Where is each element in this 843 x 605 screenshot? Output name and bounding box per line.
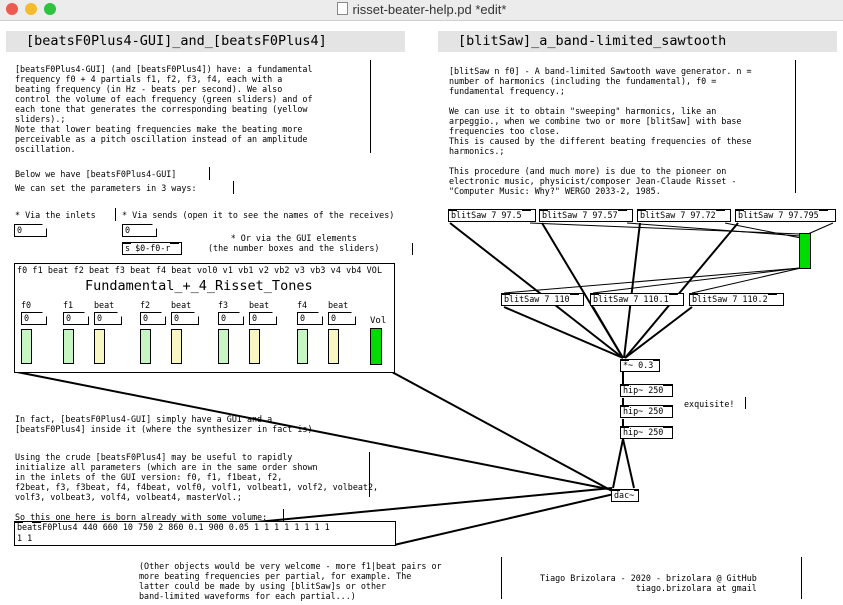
params-comment: We can set the parameters in 3 ways:	[15, 183, 197, 193]
below-comment: Below we have [beatsF0Plus4-GUI]	[15, 169, 177, 179]
comment-width-handle[interactable]	[283, 509, 284, 521]
comment-width-handle[interactable]	[209, 167, 210, 180]
frequency-number-box[interactable]: 0	[140, 312, 166, 325]
control-label: beat	[328, 300, 349, 310]
via-sends-comment: * Via sends (open it to see the names of…	[122, 210, 395, 220]
in-fact-comment: In fact, [beatsF0Plus4-GUI] simply have …	[15, 414, 318, 434]
comment-width-handle[interactable]	[115, 208, 116, 221]
frequency-volume-slider[interactable]	[21, 329, 32, 364]
gui-inlets-bar	[14, 262, 395, 264]
left-section-header: [beatsF0Plus4-GUI]_and_[beatsF0Plus4]	[6, 31, 405, 52]
inlet-number-box[interactable]: 0	[14, 224, 47, 237]
comment-width-handle[interactable]	[370, 60, 371, 153]
vol-label: Vol	[370, 316, 387, 326]
gui-inlet-labels: f0 f1 beat f2 beat f3 beat f4 beat vol0 …	[17, 265, 383, 275]
control-label: beat	[94, 300, 115, 310]
beat-volume-slider[interactable]	[94, 329, 105, 364]
hip-object-1[interactable]: hip~ 250	[620, 384, 673, 397]
control-label: f1	[63, 300, 74, 310]
exquisite-comment: exquisite!	[684, 399, 735, 409]
crude-comment: Using the crude [beatsF0Plus4] may be us…	[15, 452, 379, 502]
hip-object-3[interactable]: hip~ 250	[620, 426, 673, 439]
frequency-number-box[interactable]: 0	[21, 312, 47, 325]
blitsaw-object-110-1[interactable]: blitSaw 7 110.1	[590, 293, 684, 306]
beat-volume-slider[interactable]	[249, 329, 260, 364]
beat-volume-slider[interactable]	[328, 329, 339, 364]
blitsaw-object-110[interactable]: blitSaw 7 110	[501, 293, 584, 306]
control-label: beat	[171, 300, 192, 310]
frequency-volume-slider[interactable]	[140, 329, 151, 364]
blitsaw-object-97-72[interactable]: blitSaw 7 97.72	[637, 209, 731, 222]
beat-number-box[interactable]: 0	[249, 312, 277, 325]
send-object[interactable]: s $0-f0-r	[122, 242, 182, 255]
dac-object[interactable]: dac~	[611, 489, 639, 502]
blitsaw-object-110-2[interactable]: blitSaw 7 110.2	[689, 293, 784, 306]
control-label: f3	[218, 300, 229, 310]
beat-number-box[interactable]: 0	[328, 312, 356, 325]
right-section-header: [blitSaw]_a_band-limited_sawtooth	[438, 31, 837, 52]
master-volume-slider[interactable]	[370, 328, 382, 365]
credit-comment: Tiago Brizolara - 2020 - brizolara @ Git…	[540, 573, 757, 593]
frequency-number-box[interactable]: 0	[297, 312, 323, 325]
blitsaw-object-97-5[interactable]: blitSaw 7 97.5	[448, 209, 536, 222]
control-label: f4	[297, 300, 308, 310]
blitsaw-volume-slider[interactable]	[799, 233, 811, 269]
other-objects-comment: (Other objects would be very welcome - m…	[139, 561, 442, 601]
comment-width-handle[interactable]	[795, 60, 796, 193]
comment-width-handle[interactable]	[745, 397, 746, 409]
control-cords	[503, 222, 834, 294]
beat-number-box[interactable]: 0	[171, 312, 199, 325]
multiply-object[interactable]: *~ 0.3	[620, 359, 660, 372]
via-gui-comment: * Or via the GUI elements (the number bo…	[208, 233, 380, 253]
comment-width-handle[interactable]	[801, 557, 802, 599]
comment-width-handle[interactable]	[233, 181, 234, 194]
control-label: f0	[21, 300, 32, 310]
gui-title: Fundamental_+_4_Risset_Tones	[85, 278, 313, 294]
blitsaw-object-97-795[interactable]: blitSaw 7 97.795	[735, 209, 836, 222]
frequency-number-box[interactable]: 0	[63, 312, 89, 325]
control-label: beat	[249, 300, 270, 310]
frequency-volume-slider[interactable]	[218, 329, 229, 364]
frequency-volume-slider[interactable]	[297, 329, 308, 364]
comment-width-handle[interactable]	[501, 557, 502, 599]
blitsaw-object-97-57[interactable]: blitSaw 7 97.57	[539, 209, 633, 222]
blitsaw-description: [blitSaw n f0] - A band-limited Sawtooth…	[449, 66, 752, 196]
comment-width-handle[interactable]	[369, 452, 370, 497]
frequency-volume-slider[interactable]	[63, 329, 74, 364]
beat-volume-slider[interactable]	[171, 329, 182, 364]
comment-width-handle[interactable]	[412, 243, 413, 255]
hip-object-2[interactable]: hip~ 250	[620, 405, 673, 418]
intro-comment: [beatsF0Plus4-GUI] (and [beatsF0Plus4]) …	[15, 64, 313, 154]
via-inlets-comment: * Via the inlets	[15, 210, 96, 220]
send-number-box[interactable]: 0	[122, 224, 157, 237]
frequency-number-box[interactable]: 0	[218, 312, 244, 325]
beat-number-box[interactable]: 0	[94, 312, 122, 325]
control-label: f2	[140, 300, 151, 310]
beats-object[interactable]: beatsF0Plus4 440 660 10 750 2 860 0.1 90…	[14, 521, 396, 546]
